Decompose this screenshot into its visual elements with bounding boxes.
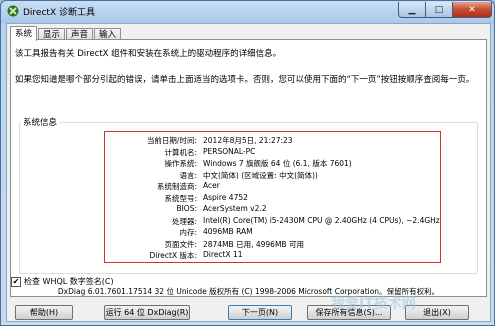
intro-line-2: 如果您知道是哪个部分引起的错误，请单击上面适当的选项卡。否则，您可以使用下面的“… [15, 75, 475, 85]
info-row-datetime: 当前日期/时间: 2012年8月5日, 21:27:23 [105, 135, 440, 146]
info-label: 页面文件: [164, 239, 197, 249]
window-title: DirectX 诊断工具 [23, 8, 95, 18]
info-value: DirectX 11 [203, 250, 243, 259]
dxdiag-window: DirectX 诊断工具 ▁ □ ✕ 系统 显示 声音 输入 该工具报告有关 D… [0, 0, 495, 326]
tab-system[interactable]: 系统 [10, 26, 38, 41]
help-button[interactable]: 帮助(H) [15, 305, 73, 320]
info-value: 2012年8月5日, 21:27:23 [203, 136, 293, 145]
info-row-bios: BIOS: AcerSystem v2.2 [105, 204, 440, 215]
info-value: PERSONAL-PC [203, 146, 256, 156]
run-64bit-dxdiag-button[interactable]: 运行 64 位 DxDiag(R) [104, 305, 190, 320]
maximize-icon: □ [434, 4, 444, 15]
site-watermark: 我爱IT技术网 [331, 296, 416, 312]
info-row-model: 系统型号: Aspire 4752 [105, 193, 440, 204]
info-label: DirectX 版本: [149, 251, 197, 260]
info-value: Windows 7 旗舰版 64 位 (6.1, 版本 7601) [203, 159, 352, 168]
system-info-title: 系统信息 [21, 116, 60, 128]
system-info-highlight: 当前日期/时间: 2012年8月5日, 21:27:23 计算机名: PERSO… [104, 131, 441, 263]
info-row-language: 语言: 中文(简体) (区域设置: 中文(简体)) [105, 170, 440, 181]
close-icon: ✕ [468, 4, 476, 15]
info-row-computer-name: 计算机名: PERSONAL-PC [105, 147, 440, 158]
minimize-button[interactable]: ▁ [398, 2, 426, 18]
intro-line-1: 该工具报告有关 DirectX 组件和安装在系统上的驱动程序的详细信息。 [15, 49, 282, 59]
info-value: 4096MB RAM [203, 227, 253, 236]
info-value: 中文(简体) (区域设置: 中文(简体)) [203, 170, 318, 180]
client-area: 系统 显示 声音 输入 该工具报告有关 DirectX 组件和安装在系统上的驱动… [6, 23, 491, 322]
maximize-button[interactable]: □ [425, 2, 453, 18]
title-bar[interactable]: DirectX 诊断工具 ▁ □ ✕ [1, 1, 494, 21]
tab-strip: 系统 显示 声音 输入 [10, 26, 122, 41]
info-label: 当前日期/时间: [146, 136, 197, 145]
info-value: Aspire 4752 [203, 192, 248, 202]
info-value: AcerSystem v2.2 [203, 204, 267, 213]
info-row-memory: 内存: 4096MB RAM [105, 227, 440, 238]
info-value: 2874MB 已用, 4996MB 可用 [203, 239, 304, 249]
info-label: 语言: [179, 170, 197, 180]
info-row-manufacturer: 系统制造商: Acer [105, 181, 440, 192]
close-button[interactable]: ✕ [452, 2, 492, 18]
info-label: BIOS: [176, 204, 197, 213]
info-label: 操作系统: [164, 159, 197, 168]
info-row-directx-version: DirectX 版本: DirectX 11 [105, 250, 440, 261]
info-row-pagefile: 页面文件: 2874MB 已用, 4996MB 可用 [105, 239, 440, 250]
info-label: 系统制造商: [156, 182, 197, 191]
info-label: 内存: [179, 228, 197, 237]
version-footer: DxDiag 6.01.7601.17514 32 位 Unicode 版权所有… [57, 287, 440, 296]
directx-app-icon [7, 5, 19, 17]
minimize-icon: ▁ [408, 4, 416, 15]
system-tab-panel: 该工具报告有关 DirectX 组件和安装在系统上的驱动程序的详细信息。 如果您… [10, 39, 487, 297]
info-label: 计算机名: [164, 147, 197, 157]
checkbox-check-icon[interactable]: ✔ [11, 276, 21, 287]
info-label: 系统型号: [164, 193, 197, 203]
info-row-os: 操作系统: Windows 7 旗舰版 64 位 (6.1, 版本 7601) [105, 158, 440, 169]
next-page-button[interactable]: 下一页(N) [228, 305, 292, 320]
info-value: Acer [203, 181, 220, 190]
info-row-processor: 处理器: Intel(R) Core(TM) i5-2430M CPU @ 2.… [105, 216, 440, 227]
info-label: 处理器: [171, 216, 197, 226]
info-value: Intel(R) Core(TM) i5-2430M CPU @ 2.40GHz… [203, 215, 440, 225]
